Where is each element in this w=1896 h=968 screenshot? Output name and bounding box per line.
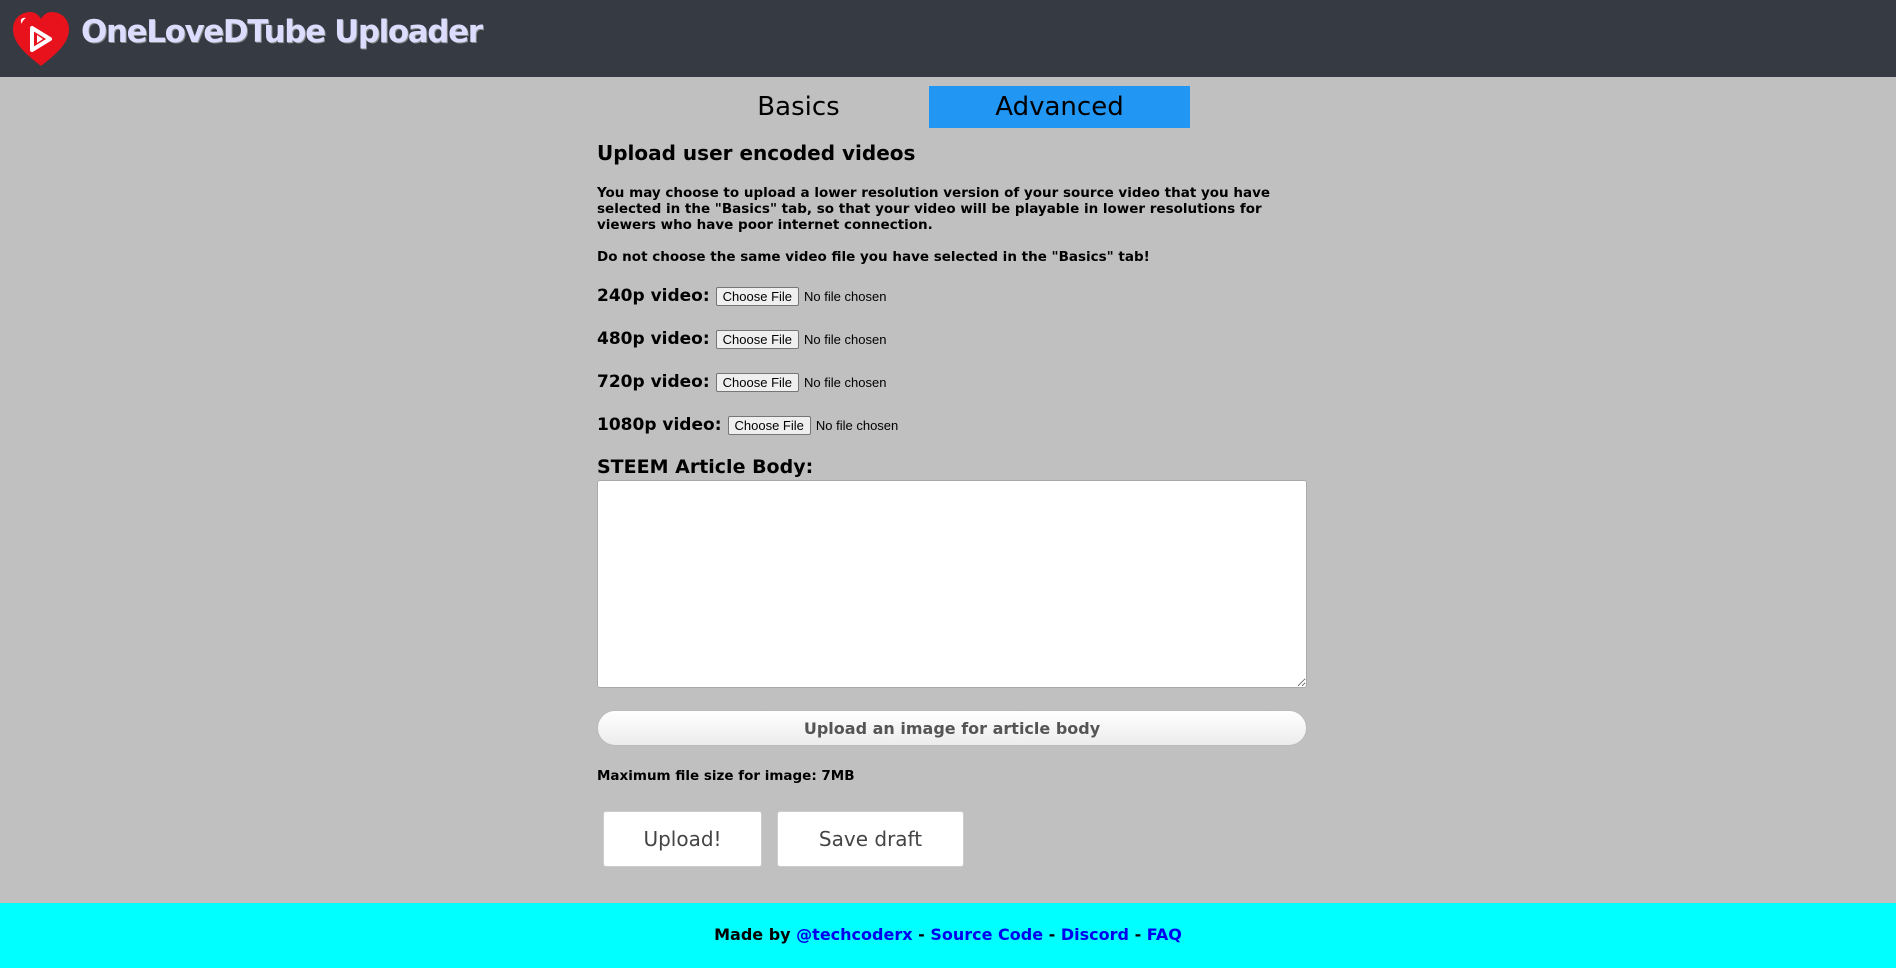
- footer-separator: -: [1048, 925, 1056, 944]
- file-row-240p: 240p video: Choose File No file chosen: [597, 283, 1307, 309]
- file-row-480p: 480p video: Choose File No file chosen: [597, 326, 1307, 352]
- article-body-label: STEEM Article Body:: [597, 456, 814, 478]
- choose-file-240p-button[interactable]: Choose File: [715, 286, 800, 306]
- footer-prefix: Made by: [714, 925, 791, 944]
- file-status-480p: No file chosen: [804, 331, 887, 347]
- choose-file-480p-button[interactable]: Choose File: [715, 329, 800, 349]
- footer-source-code-link[interactable]: Source Code: [930, 925, 1043, 944]
- file-label-1080p: 1080p video:: [597, 415, 722, 435]
- app-header: OneLoveDTube Uploader: [0, 0, 1896, 77]
- section-heading: Upload user encoded videos: [597, 141, 916, 165]
- save-draft-button[interactable]: Save draft: [777, 811, 964, 867]
- upload-image-button[interactable]: Upload an image for article body: [597, 710, 1307, 746]
- article-body-textarea[interactable]: [597, 480, 1307, 688]
- tab-advanced[interactable]: Advanced: [929, 86, 1190, 128]
- file-row-720p: 720p video: Choose File No file chosen: [597, 369, 1307, 395]
- file-label-240p: 240p video:: [597, 286, 710, 306]
- footer-author-link[interactable]: @techcoderx: [796, 925, 912, 944]
- warning-text: Do not choose the same video file you ha…: [597, 249, 1150, 265]
- description-text: You may choose to upload a lower resolut…: [597, 185, 1271, 233]
- footer-separator: -: [1134, 925, 1142, 944]
- file-row-1080p: 1080p video: Choose File No file chosen: [597, 412, 1307, 438]
- app-title: OneLoveDTube Uploader: [81, 14, 483, 50]
- choose-file-720p-button[interactable]: Choose File: [715, 372, 800, 392]
- advanced-panel: Upload user encoded videos You may choos…: [597, 128, 1307, 867]
- tab-basics[interactable]: Basics: [668, 86, 929, 128]
- max-image-size-note: Maximum file size for image: 7MB: [597, 768, 855, 784]
- action-row: Upload! Save draft: [597, 811, 1307, 867]
- file-status-240p: No file chosen: [804, 288, 887, 304]
- tab-bar: Basics Advanced: [0, 86, 1896, 128]
- file-label-720p: 720p video:: [597, 372, 710, 392]
- footer: Made by @techcoderx - Source Code - Disc…: [0, 903, 1896, 968]
- upload-button[interactable]: Upload!: [603, 811, 762, 867]
- file-status-1080p: No file chosen: [815, 417, 899, 433]
- file-status-720p: No file chosen: [804, 374, 887, 390]
- footer-faq-link[interactable]: FAQ: [1147, 925, 1182, 944]
- footer-discord-link[interactable]: Discord: [1061, 925, 1129, 944]
- dtube-heart-logo-icon[interactable]: [11, 10, 71, 70]
- footer-separator: -: [918, 925, 925, 944]
- choose-file-1080p-button[interactable]: Choose File: [727, 415, 811, 435]
- file-label-480p: 480p video:: [597, 329, 710, 349]
